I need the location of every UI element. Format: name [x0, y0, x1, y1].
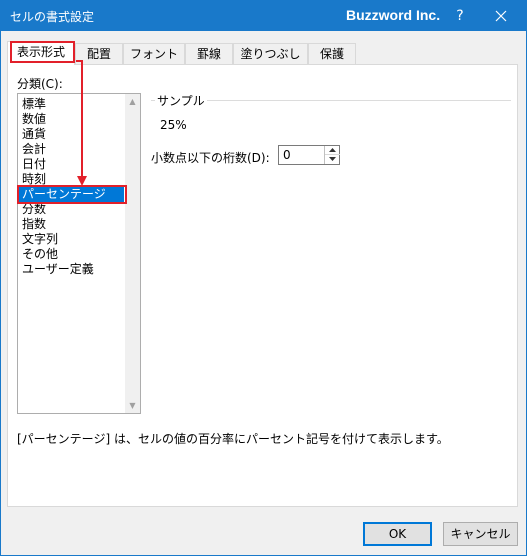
category-item-time[interactable]: 時刻	[19, 172, 124, 187]
ok-button[interactable]: OK	[363, 522, 432, 546]
scroll-down-icon[interactable]: ▼	[125, 398, 140, 413]
format-cells-dialog: セルの書式設定 Buzzword Inc. ? 表示形式 配置 フォント 罫線 …	[0, 0, 527, 556]
category-item-percentage[interactable]: パーセンテージ	[19, 187, 124, 202]
tab-border[interactable]: 罫線	[185, 43, 233, 64]
category-item-text[interactable]: 文字列	[19, 232, 124, 247]
brand-label: Buzzword Inc.	[346, 7, 441, 23]
category-listbox[interactable]: 標準 数値 通貨 会計 日付 時刻 パーセンテージ 分数 指数 文字列 その他 …	[17, 93, 141, 414]
decimal-places-stepper	[278, 145, 340, 165]
close-button[interactable]	[486, 2, 516, 30]
cancel-button[interactable]: キャンセル	[443, 522, 518, 546]
tab-alignment[interactable]: 配置	[75, 43, 123, 64]
tab-fill[interactable]: 塗りつぶし	[233, 43, 308, 64]
spin-up-icon	[329, 148, 336, 152]
category-item-scientific[interactable]: 指数	[19, 217, 124, 232]
decimal-places-input[interactable]	[279, 146, 324, 164]
sample-value: 25%	[160, 118, 187, 132]
spin-up-button[interactable]	[325, 146, 340, 155]
category-item-currency[interactable]: 通貨	[19, 127, 124, 142]
category-item-number[interactable]: 数値	[19, 112, 124, 127]
category-scrollbar[interactable]: ▲ ▼	[125, 94, 140, 413]
tab-number-format[interactable]: 表示形式	[7, 41, 75, 65]
dialog-title: セルの書式設定	[10, 10, 95, 24]
decimal-places-label: 小数点以下の桁数(D):	[151, 151, 270, 165]
number-format-panel: 分類(C): 標準 数値 通貨 会計 日付 時刻 パーセンテージ 分数 指数 文…	[7, 64, 518, 507]
category-item-date[interactable]: 日付	[19, 157, 124, 172]
tab-protection[interactable]: 保護	[308, 43, 356, 64]
stepper-buttons	[324, 146, 340, 164]
tab-font[interactable]: フォント	[123, 43, 185, 64]
category-item-fraction[interactable]: 分数	[19, 202, 124, 217]
title-bar[interactable]: セルの書式設定 Buzzword Inc. ?	[1, 1, 526, 31]
scroll-up-icon[interactable]: ▲	[125, 94, 140, 109]
category-item-special[interactable]: その他	[19, 247, 124, 262]
category-label: 分類(C):	[17, 77, 63, 91]
sample-group: サンプル 25%	[151, 92, 511, 138]
category-item-custom[interactable]: ユーザー定義	[19, 262, 124, 277]
spin-down-icon	[329, 157, 336, 161]
format-description: [パーセンテージ] は、セルの値の百分率にパーセント記号を付けて表示します。	[17, 432, 449, 446]
help-button[interactable]: ?	[447, 2, 473, 30]
category-item-accounting[interactable]: 会計	[19, 142, 124, 157]
sample-legend: サンプル	[155, 92, 207, 109]
spin-down-button[interactable]	[325, 155, 340, 164]
close-icon	[495, 10, 507, 22]
category-item-general[interactable]: 標準	[19, 97, 124, 112]
